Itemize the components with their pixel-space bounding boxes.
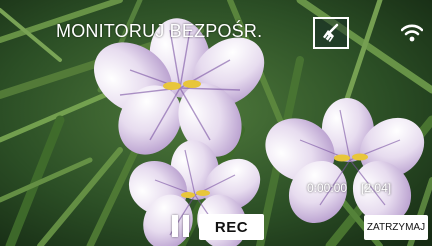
broom-icon-button[interactable] [313, 17, 349, 49]
remaining-time: [2:04] [361, 181, 392, 195]
elapsed-time: 0:00:00 [307, 181, 348, 195]
pause-icon[interactable] [172, 215, 192, 237]
stop-button[interactable]: ZATRZYMAJ [364, 215, 428, 240]
recording-timer: 0:00:00 [2:04] [307, 181, 391, 195]
page-title: MONITORUJ BEZPOŚR. [56, 21, 263, 41]
broom-icon [323, 23, 339, 42]
wifi-icon [401, 24, 423, 42]
live-monitor-screen: MONITORUJ BEZPOŚR. 0:00:00 [2:04] REC ZAT… [0, 0, 432, 246]
rec-button[interactable]: REC [199, 214, 264, 240]
